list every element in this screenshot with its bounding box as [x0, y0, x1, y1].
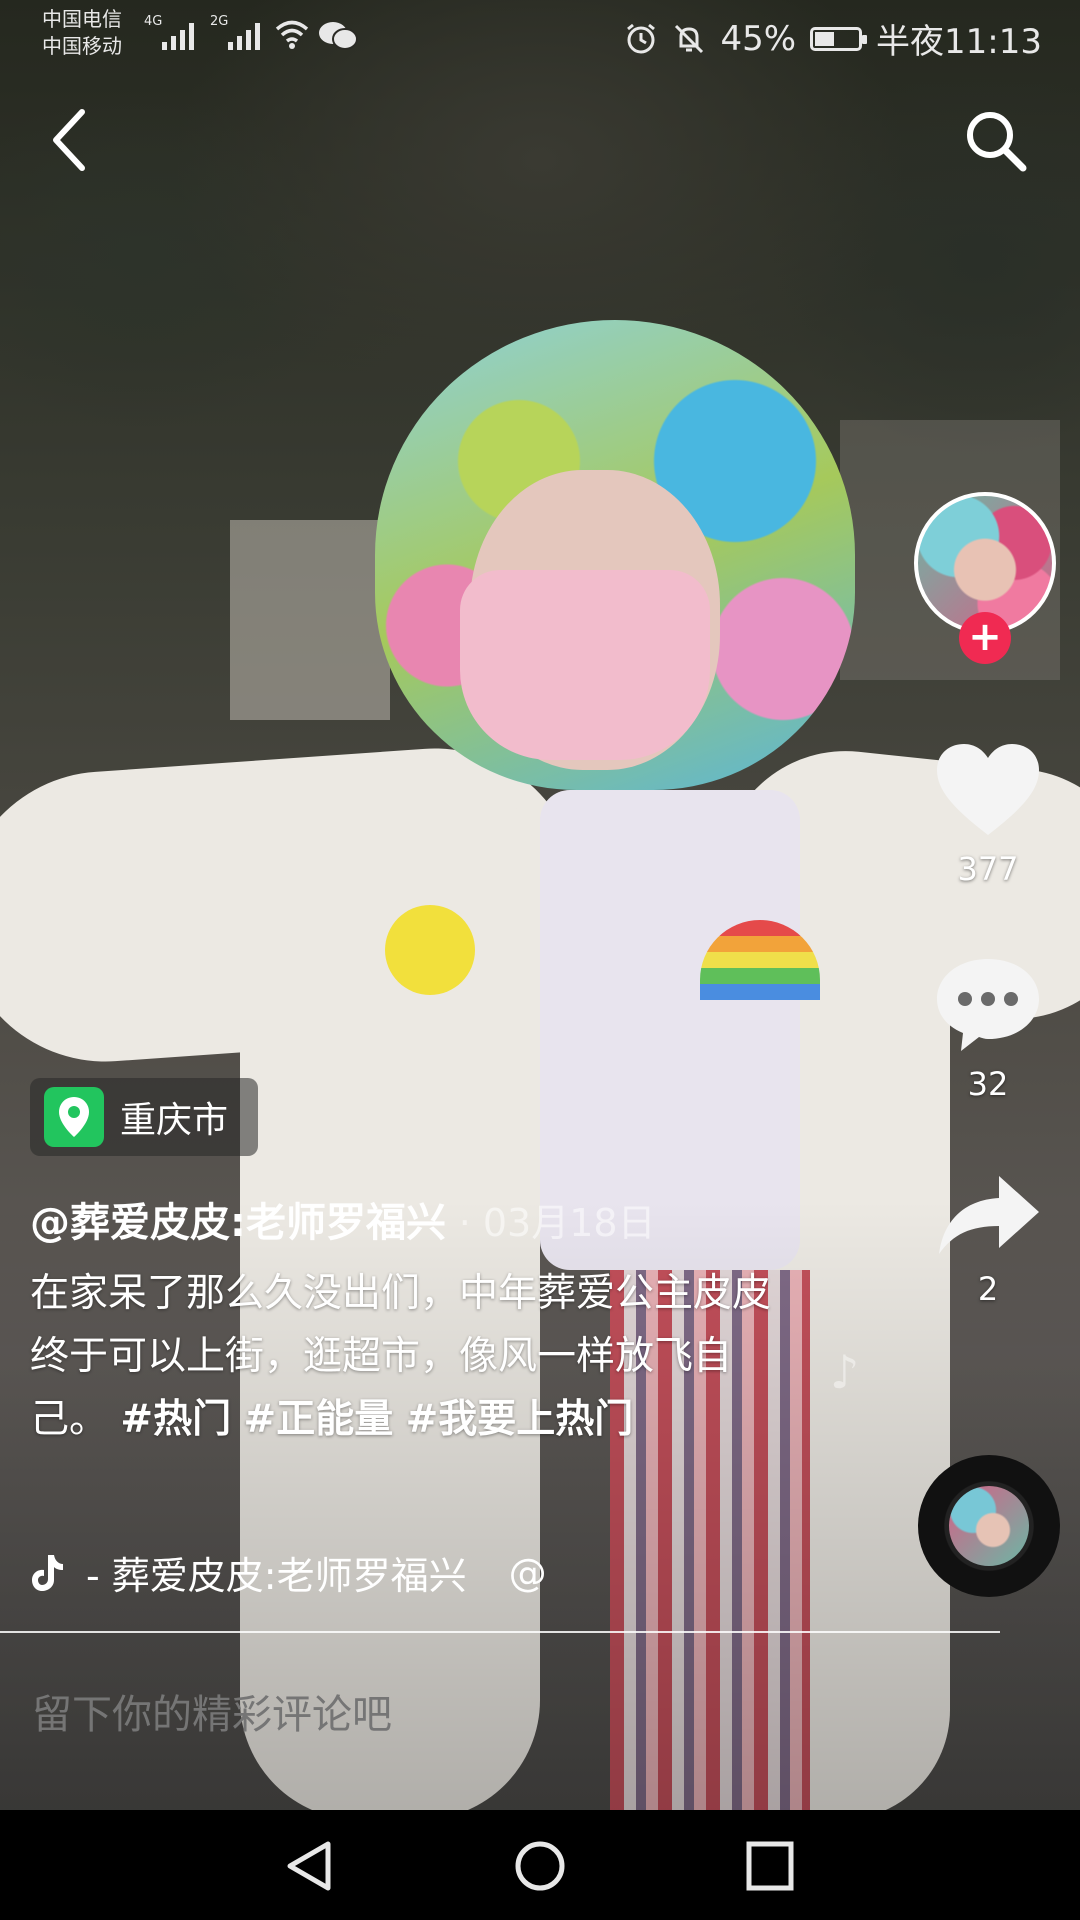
music-line[interactable]: - 葬爱皮皮:老师罗福兴 @: [30, 1545, 570, 1600]
nav-home-icon[interactable]: [510, 1838, 570, 1894]
comment-button[interactable]: 32: [928, 955, 1048, 1103]
post-date: · 03月18日: [458, 1201, 656, 1245]
music-title-continuation: @: [508, 1550, 547, 1595]
status-right: 45% 半夜11:13: [624, 14, 1042, 63]
floating-note-icon: ♪: [830, 1345, 860, 1399]
wifi-icon: [275, 20, 309, 49]
signal-bars-1-icon: [162, 20, 194, 50]
clock: 半夜11:13: [876, 22, 1042, 62]
location-chip[interactable]: 重庆市: [30, 1078, 259, 1156]
video-frame[interactable]: [0, 0, 1080, 1810]
back-arrow-icon[interactable]: [40, 100, 100, 180]
author-line: @葬爱皮皮:老师罗福兴 · 03月18日: [30, 1190, 656, 1248]
music-disc-cover: [949, 1486, 1029, 1566]
wechat-icon: [319, 22, 358, 50]
like-button[interactable]: 377: [928, 740, 1048, 888]
background-wall: [230, 520, 390, 720]
comment-bubble-icon: [937, 959, 1039, 1051]
network-type-2: 2G: [210, 14, 229, 29]
signal-bars-2-icon: [228, 20, 260, 50]
battery-percent: 45%: [720, 18, 797, 59]
mute-bell-icon: [675, 24, 704, 53]
music-disc[interactable]: [918, 1455, 1060, 1597]
battery-level: [815, 31, 835, 46]
comment-divider: [0, 1631, 1000, 1633]
carrier-1: 中国电信: [42, 7, 122, 31]
comment-count: 32: [967, 1065, 1009, 1103]
music-title: - 葬爱皮皮:老师罗福兴: [86, 1554, 467, 1598]
share-arrow-icon: [939, 1176, 1039, 1254]
follow-button[interactable]: +: [959, 612, 1011, 664]
tiktok-note-icon: [32, 1554, 63, 1591]
nav-back-icon[interactable]: [280, 1838, 340, 1894]
share-button[interactable]: 2: [928, 1170, 1048, 1308]
carrier-labels: 中国电信 中国移动: [42, 6, 122, 60]
system-nav-bar: [0, 1810, 1080, 1920]
author-name[interactable]: @葬爱皮皮:老师罗福兴: [30, 1200, 446, 1246]
alarm-icon: [627, 23, 656, 53]
comment-input[interactable]: [30, 1692, 934, 1739]
nav-recents-icon[interactable]: [740, 1838, 800, 1894]
hashtag[interactable]: #我要上热门: [406, 1397, 634, 1442]
like-count: 377: [957, 850, 1019, 888]
pink-face-mask: [460, 570, 710, 760]
network-type-1: 4G: [144, 14, 163, 29]
heart-icon: [937, 744, 1039, 835]
status-bar: 中国电信 中国移动 4G 2G 45% 半夜11:13: [0, 0, 1080, 72]
location-label: 重庆市: [120, 1100, 229, 1141]
yellow-pompom: [385, 905, 475, 995]
carrier-2: 中国移动: [42, 34, 122, 58]
share-count: 2: [977, 1270, 999, 1308]
location-pin-icon: [44, 1087, 104, 1147]
hashtag[interactable]: #热门: [120, 1397, 231, 1442]
hashtag[interactable]: #正能量: [244, 1397, 394, 1442]
battery-icon: [810, 26, 868, 51]
video-caption: 在家呆了那么久没出们，中年葬爱公主皮皮终于可以上街，逛超市，像风一样放飞自己。 …: [30, 1262, 790, 1451]
search-icon[interactable]: [960, 105, 1030, 175]
